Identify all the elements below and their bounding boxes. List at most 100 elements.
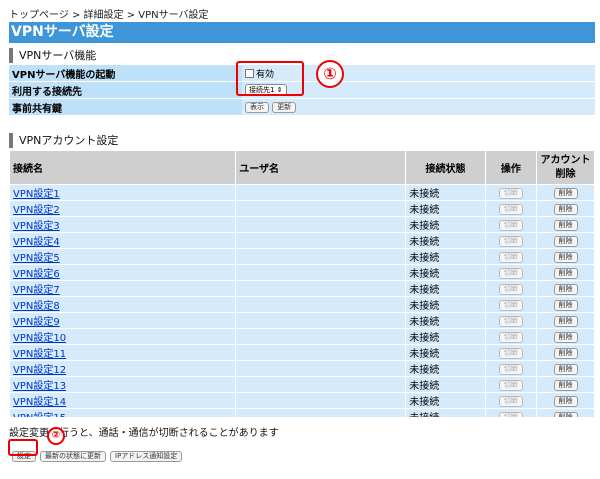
- account-name-cell: VPN設定1: [9, 184, 237, 201]
- disconnect-button[interactable]: 切断: [498, 411, 523, 417]
- highlight-box-1: [236, 61, 304, 96]
- account-status-cell: 未接続: [405, 232, 486, 249]
- account-name-cell: VPN設定6: [9, 264, 237, 281]
- disconnect-button[interactable]: 切断: [498, 363, 523, 375]
- account-name-link[interactable]: VPN設定3: [13, 221, 60, 232]
- delete-account-button[interactable]: 削除: [553, 267, 578, 279]
- account-name-cell: VPN設定12: [9, 360, 237, 377]
- delete-account-button[interactable]: 削除: [553, 363, 578, 375]
- ip-notify-settings-button[interactable]: IPアドレス通知設定: [110, 451, 183, 462]
- account-name-cell: VPN設定3: [9, 216, 237, 233]
- column-header: ユーザ名: [235, 150, 407, 185]
- table-row: VPN設定11 未接続 切断 削除: [9, 344, 595, 361]
- disconnect-button[interactable]: 切断: [498, 299, 523, 311]
- table-row: VPN設定8 未接続 切断 削除: [9, 296, 595, 313]
- show-key-button[interactable]: 表示: [245, 102, 269, 113]
- account-op-cell: 切断: [484, 408, 538, 417]
- disconnect-button[interactable]: 切断: [498, 251, 523, 263]
- account-delete-cell: 削除: [536, 184, 595, 201]
- delete-account-button[interactable]: 削除: [553, 331, 578, 343]
- update-key-button[interactable]: 更新: [272, 102, 297, 113]
- account-op-cell: 切断: [484, 280, 538, 297]
- column-header: 操作: [484, 150, 538, 185]
- account-status-cell: 未接続: [405, 392, 486, 409]
- column-header: 接続状態: [405, 150, 486, 185]
- account-name-cell: VPN設定11: [9, 344, 237, 361]
- account-name-link[interactable]: VPN設定8: [13, 301, 60, 312]
- disconnect-button[interactable]: 切断: [498, 395, 523, 407]
- disconnect-button[interactable]: 切断: [498, 283, 523, 295]
- account-name-link[interactable]: VPN設定10: [13, 333, 66, 344]
- account-user-cell: [235, 280, 407, 297]
- delete-account-button[interactable]: 削除: [553, 379, 578, 391]
- vpn-account-section-heading: VPNアカウント設定: [9, 133, 118, 148]
- account-name-link[interactable]: VPN設定6: [13, 269, 60, 280]
- account-user-cell: [235, 392, 407, 409]
- disconnect-button[interactable]: 切断: [498, 235, 523, 247]
- account-user-cell: [235, 232, 407, 249]
- account-table-scroll[interactable]: 接続名 ユーザ名 接続状態 操作 アカウント削除 VPN設定1 未接続 切断 削除 VP…: [9, 150, 595, 417]
- delete-account-button[interactable]: 削除: [553, 347, 578, 359]
- disconnect-button[interactable]: 切断: [498, 315, 523, 327]
- account-delete-cell: 削除: [536, 328, 595, 345]
- delete-account-button[interactable]: 削除: [553, 411, 578, 417]
- settings-row-psk: 事前共有鍵 表示 更新: [9, 98, 595, 116]
- delete-account-button[interactable]: 削除: [553, 299, 578, 311]
- account-user-cell: [235, 344, 407, 361]
- account-name-link[interactable]: VPN設定15: [13, 413, 66, 417]
- account-op-cell: 切断: [484, 184, 538, 201]
- account-name-link[interactable]: VPN設定9: [13, 317, 60, 328]
- table-row: VPN設定1 未接続 切断 削除: [9, 184, 595, 201]
- account-delete-cell: 削除: [536, 344, 595, 361]
- delete-account-button[interactable]: 削除: [553, 187, 578, 199]
- account-name-link[interactable]: VPN設定5: [13, 253, 60, 264]
- account-name-link[interactable]: VPN設定7: [13, 285, 60, 296]
- account-name-link[interactable]: VPN設定12: [13, 365, 66, 376]
- annotation-mark-2: ②: [47, 427, 65, 445]
- account-user-cell: [235, 248, 407, 265]
- account-user-cell: [235, 376, 407, 393]
- table-row: VPN設定12 未接続 切断 削除: [9, 360, 595, 377]
- account-name-link[interactable]: VPN設定4: [13, 237, 60, 248]
- delete-account-button[interactable]: 削除: [553, 395, 578, 407]
- table-row: VPN設定6 未接続 切断 削除: [9, 264, 595, 281]
- disconnect-button[interactable]: 切断: [498, 219, 523, 231]
- column-header: 接続名: [9, 150, 237, 185]
- delete-account-button[interactable]: 削除: [553, 315, 578, 327]
- vpn-server-section-heading: VPNサーバ機能: [9, 48, 96, 63]
- disconnect-button[interactable]: 切断: [498, 379, 523, 391]
- table-row: VPN設定14 未接続 切断 削除: [9, 392, 595, 409]
- account-name-link[interactable]: VPN設定14: [13, 397, 66, 408]
- disconnect-button[interactable]: 切断: [498, 203, 523, 215]
- account-name-link[interactable]: VPN設定13: [13, 381, 66, 392]
- account-user-cell: [235, 360, 407, 377]
- account-name-cell: VPN設定10: [9, 328, 237, 345]
- account-name-cell: VPN設定8: [9, 296, 237, 313]
- account-status-cell: 未接続: [405, 328, 486, 345]
- account-op-cell: 切断: [484, 376, 538, 393]
- account-name-link[interactable]: VPN設定1: [13, 189, 60, 200]
- delete-account-button[interactable]: 削除: [553, 219, 578, 231]
- delete-account-button[interactable]: 削除: [553, 203, 578, 215]
- delete-account-button[interactable]: 削除: [553, 283, 578, 295]
- disconnect-button[interactable]: 切断: [498, 267, 523, 279]
- account-user-cell: [235, 296, 407, 313]
- account-status-cell: 未接続: [405, 216, 486, 233]
- refresh-status-button[interactable]: 最新の状態に更新: [40, 451, 106, 462]
- highlight-box-2: [8, 439, 38, 456]
- delete-account-button[interactable]: 削除: [553, 235, 578, 247]
- disconnect-button[interactable]: 切断: [498, 347, 523, 359]
- account-delete-cell: 削除: [536, 296, 595, 313]
- account-delete-cell: 削除: [536, 408, 595, 417]
- account-name-link[interactable]: VPN設定2: [13, 205, 60, 216]
- delete-account-button[interactable]: 削除: [553, 251, 578, 263]
- account-user-cell: [235, 408, 407, 417]
- breadcrumb: トップページ > 詳細設定 > VPNサーバ設定: [9, 10, 209, 21]
- account-status-cell: 未接続: [405, 408, 486, 417]
- account-name-link[interactable]: VPN設定11: [13, 349, 66, 360]
- account-op-cell: 切断: [484, 392, 538, 409]
- disconnect-button[interactable]: 切断: [498, 187, 523, 199]
- bottom-button-bar: 設定 最新の状態に更新 IPアドレス通知設定: [12, 443, 186, 462]
- disconnect-button[interactable]: 切断: [498, 331, 523, 343]
- account-op-cell: 切断: [484, 200, 538, 217]
